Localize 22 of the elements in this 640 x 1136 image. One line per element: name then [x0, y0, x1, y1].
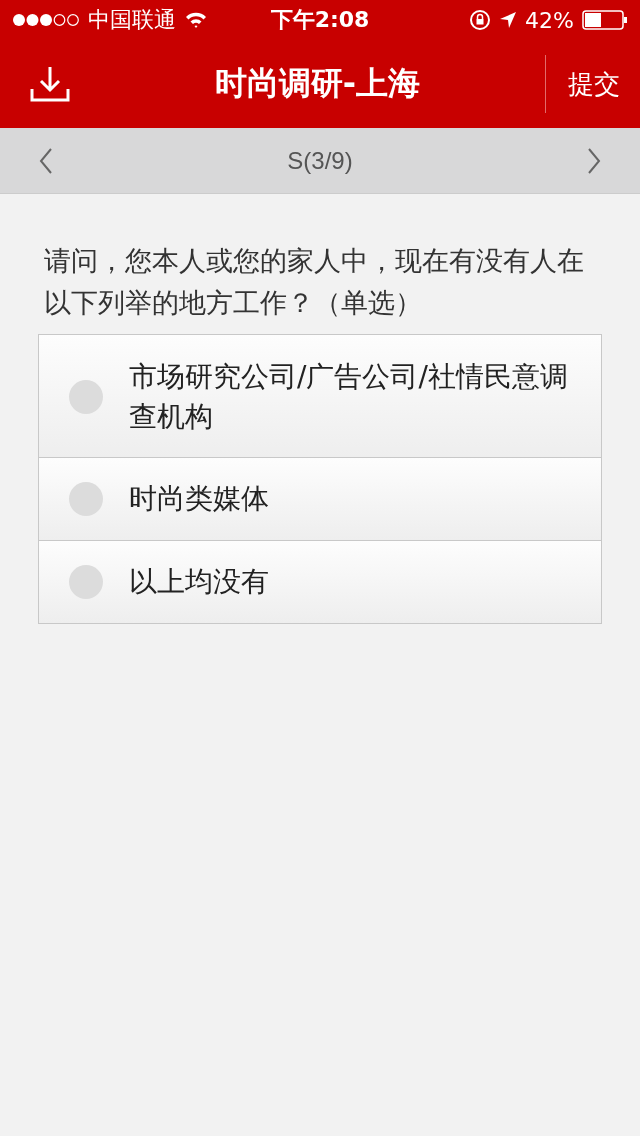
option-label: 时尚类媒体	[129, 481, 269, 517]
radio-button[interactable]	[69, 565, 103, 599]
answer-option[interactable]: 时尚类媒体	[39, 457, 601, 540]
download-button[interactable]	[30, 64, 70, 104]
battery-percentage: 42%	[525, 7, 574, 33]
page-indicator: S(3/9)	[287, 146, 353, 175]
submit-button[interactable]: 提交	[545, 55, 640, 113]
wifi-icon	[184, 11, 208, 29]
battery-icon	[582, 10, 628, 30]
option-label: 市场研究公司/广告公司/社情民意调查机构	[129, 359, 569, 435]
option-label: 以上均没有	[129, 564, 269, 600]
download-icon	[30, 65, 70, 103]
location-arrow-icon	[499, 11, 518, 29]
signal-strength-icon	[12, 13, 80, 27]
status-time: 下午2:08	[270, 6, 370, 34]
question-text: 请问，您本人或您的家人中，现在有没有人在以下列举的地方工作？（单选）	[43, 244, 585, 320]
radio-button[interactable]	[69, 482, 103, 516]
survey-title: 时尚调研-上海	[213, 63, 422, 104]
radio-button[interactable]	[69, 380, 103, 414]
answer-option[interactable]: 以上均没有	[39, 540, 601, 623]
carrier-name: 中国联通	[88, 6, 176, 34]
rotation-lock-icon	[469, 9, 492, 31]
